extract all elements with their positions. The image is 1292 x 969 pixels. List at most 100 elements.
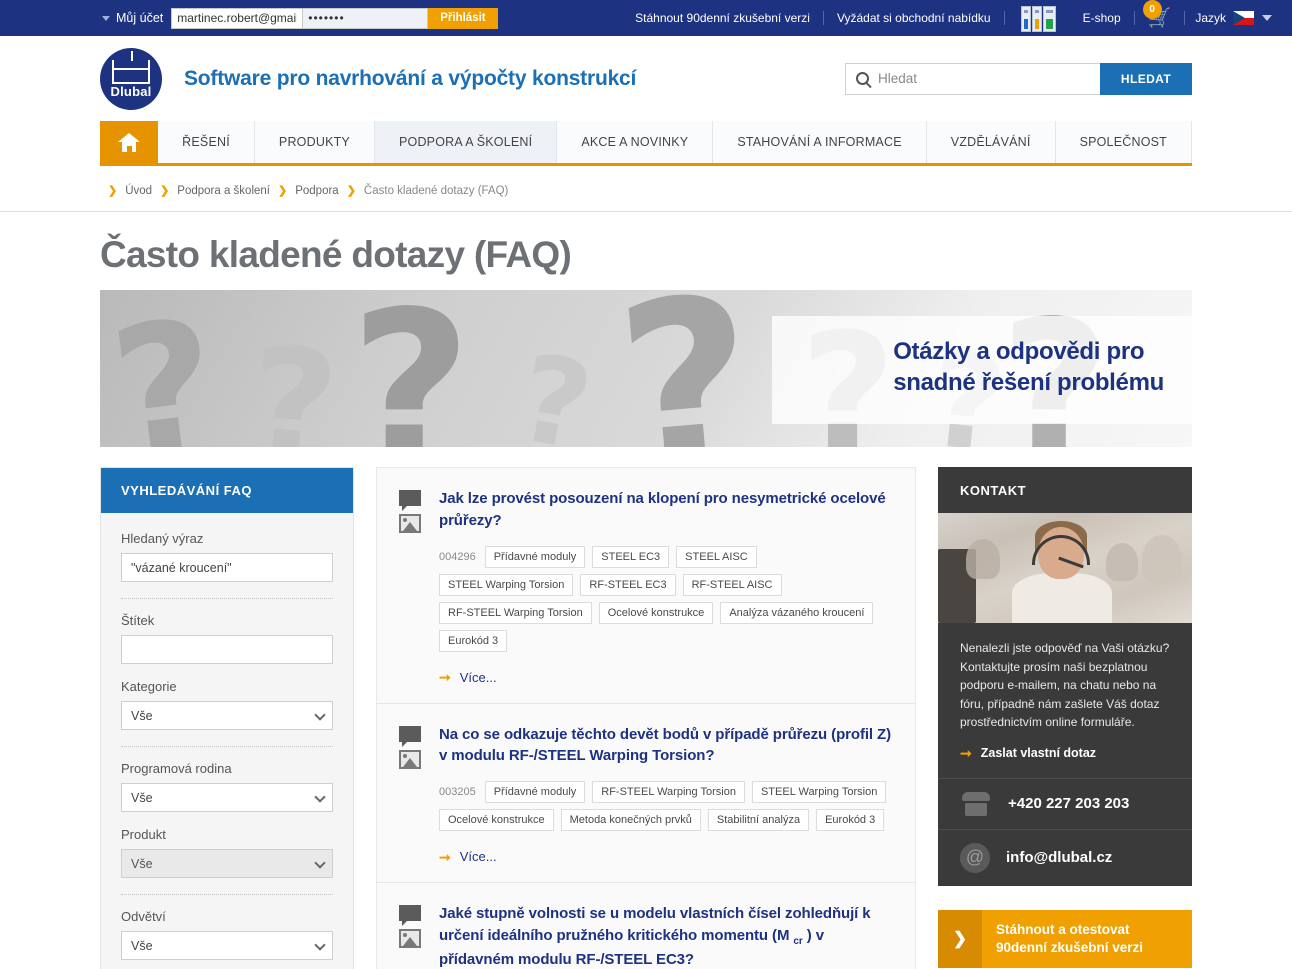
support-agent-photo: [938, 513, 1192, 623]
faq-search-heading: VYHLEDÁVÁNÍ FAQ: [101, 468, 353, 513]
login-button[interactable]: Přihlásit: [428, 8, 497, 29]
nav-item-spolecnost[interactable]: SPOLEČNOST: [1056, 121, 1192, 163]
faq-more-link[interactable]: ➞ Více...: [439, 849, 893, 864]
send-question-link[interactable]: ➞ Zaslat vlastní dotaz: [938, 732, 1192, 778]
header-search: HLEDAT: [845, 63, 1192, 95]
nav-item-vzdelavani[interactable]: VZDĚLÁVÁNÍ: [927, 121, 1056, 163]
breadcrumb: ❯ Úvod ❯ Podpora a školení ❯ Podpora ❯ Č…: [0, 166, 1292, 212]
faq-tag-list: 003205 Přídavné moduly RF-STEEL Warping …: [439, 781, 893, 831]
promo-trial-button[interactable]: ❯ Stáhnout a otestovat 90denní zkušební …: [938, 910, 1192, 968]
faq-question-link[interactable]: Jaké stupně volnosti se u modelu vlastní…: [439, 903, 893, 969]
faq-tag[interactable]: Ocelové konstrukce: [599, 602, 714, 624]
faq-tag[interactable]: Eurokód 3: [439, 630, 507, 652]
contact-heading: KONTAKT: [938, 467, 1192, 513]
chevron-down-icon[interactable]: [102, 16, 110, 21]
nav-item-stahovani-a-informace[interactable]: STAHOVÁNÍ A INFORMACE: [713, 121, 926, 163]
faq-more-link[interactable]: ➞ Více...: [439, 670, 893, 685]
question-mark-decoration: ?: [104, 296, 226, 447]
chevron-right-icon: ❯: [160, 184, 169, 197]
divider: [1004, 11, 1005, 25]
dlubal-logo[interactable]: Dlubal: [100, 48, 162, 110]
email-field[interactable]: [171, 8, 303, 29]
label-stitek: Štítek: [121, 613, 333, 628]
site-tagline: Software pro navrhování a výpočty konstr…: [184, 67, 636, 91]
request-quote-link[interactable]: Vyžádat si obchodní nabídku: [824, 11, 1004, 25]
faq-tag-list: 004296 Přídavné moduly STEEL EC3 STEEL A…: [439, 546, 893, 652]
faq-tag[interactable]: RF-STEEL Warping Torsion: [592, 781, 745, 803]
search-icon: [856, 72, 869, 85]
contact-box: KONTAKT Nenalezli jste odpověď na Vaši o…: [938, 467, 1192, 886]
faq-tag[interactable]: Metoda konečných prvků: [561, 809, 701, 831]
faq-tag[interactable]: STEEL EC3: [592, 546, 669, 568]
label-hledany-vyraz: Hledaný výraz: [121, 531, 333, 546]
search-term-input[interactable]: [121, 553, 333, 582]
tag-input[interactable]: [121, 635, 333, 664]
cart-button[interactable]: 0 🛒: [1135, 9, 1185, 28]
faq-tag[interactable]: STEEL AISC: [676, 546, 757, 568]
faq-item-icons: [399, 724, 425, 865]
program-family-select[interactable]: Vše: [121, 783, 333, 812]
promo-trial-line-1: Stáhnout a otestovat: [996, 922, 1130, 937]
faq-tag[interactable]: Přídavné moduly: [485, 781, 586, 803]
faq-item-icons: [399, 903, 425, 969]
divider: [121, 894, 333, 895]
faq-tag[interactable]: Přídavné moduly: [485, 546, 586, 568]
breadcrumb-item-uvod[interactable]: Úvod: [125, 185, 152, 197]
phone-number: +420 227 203 203: [1008, 795, 1129, 812]
promo-trial-label: Stáhnout a otestovat 90denní zkušební ve…: [982, 910, 1157, 968]
czech-flag-icon[interactable]: [1233, 11, 1254, 25]
industry-select[interactable]: Vše: [121, 931, 333, 960]
faq-tag[interactable]: RF-STEEL AISC: [683, 574, 782, 596]
chevron-right-icon: ❯: [278, 184, 287, 197]
language-label[interactable]: Jazyk: [1185, 11, 1226, 25]
nav-item-akce-a-novinky[interactable]: AKCE A NOVINKY: [557, 121, 713, 163]
faq-search-panel: VYHLEDÁVÁNÍ FAQ Hledaný výraz Štítek Kat…: [100, 467, 354, 969]
faq-tag[interactable]: RF-STEEL Warping Torsion: [439, 602, 592, 624]
faq-tag[interactable]: STEEL Warping Torsion: [752, 781, 886, 803]
faq-tag[interactable]: Eurokód 3: [816, 809, 884, 831]
search-input[interactable]: [878, 65, 1100, 93]
faq-item-icons: [399, 488, 425, 685]
search-submit-button[interactable]: HLEDAT: [1100, 63, 1192, 95]
nav-home-button[interactable]: [100, 121, 158, 163]
nav-item-produkty[interactable]: PRODUKTY: [255, 121, 375, 163]
banner-line-1: Otázky a odpovědi pro: [893, 336, 1164, 367]
page-title: Často kladené dotazy (FAQ): [0, 212, 1292, 290]
faq-results-list: Jak lze provést posouzení na klopení pro…: [376, 467, 916, 969]
main-content: VYHLEDÁVÁNÍ FAQ Hledaný výraz Štítek Kat…: [0, 447, 1292, 969]
right-sidebar: KONTAKT Nenalezli jste odpověď na Vaši o…: [938, 467, 1192, 969]
contact-phone-row[interactable]: +420 227 203 203: [938, 778, 1192, 829]
arrow-right-icon: ➞: [439, 850, 451, 864]
eshop-link[interactable]: E-shop: [1070, 11, 1134, 25]
faq-question-link[interactable]: Jak lze provést posouzení na klopení pro…: [439, 488, 893, 532]
my-account-label[interactable]: Můj účet: [116, 11, 163, 25]
at-icon: @: [960, 843, 990, 873]
product-select[interactable]: Vše: [121, 849, 333, 878]
product-boxes-icon[interactable]: [1021, 5, 1056, 32]
password-field[interactable]: [303, 8, 428, 29]
contact-email-row[interactable]: @ info@dlubal.cz: [938, 829, 1192, 886]
chevron-right-icon: ❯: [347, 184, 356, 197]
faq-result-item: Na co se odkazuje těchto devět bodů v př…: [377, 704, 915, 884]
chevron-right-icon: ❯: [938, 910, 982, 968]
main-navigation: ŘEŠENÍ PRODUKTY PODPORA A ŠKOLENÍ AKCE A…: [100, 121, 1192, 166]
breadcrumb-item-podpora-a-skoleni[interactable]: Podpora a školení: [177, 185, 270, 197]
breadcrumb-item-podpora[interactable]: Podpora: [295, 185, 338, 197]
arrow-right-icon: ➞: [439, 670, 451, 684]
faq-tag[interactable]: STEEL Warping Torsion: [439, 574, 573, 596]
nav-item-podpora-a-skoleni[interactable]: PODPORA A ŠKOLENÍ: [375, 121, 557, 163]
trial-download-link[interactable]: Stáhnout 90denní zkušební verzi: [622, 11, 823, 25]
question-mark-decoration: ?: [510, 339, 599, 447]
chevron-down-icon[interactable]: [1262, 15, 1272, 21]
faq-tag[interactable]: RF-STEEL EC3: [580, 574, 675, 596]
nav-label: STAHOVÁNÍ A INFORMACE: [737, 135, 901, 149]
faq-tag[interactable]: Stabilitní analýza: [708, 809, 809, 831]
category-select[interactable]: Vše: [121, 701, 333, 730]
contact-description: Nenalezli jste odpověď na Vaši otázku? K…: [938, 623, 1192, 732]
faq-tag[interactable]: Analýza vázaného kroucení: [720, 602, 873, 624]
faq-question-link[interactable]: Na co se odkazuje těchto devět bodů v př…: [439, 724, 893, 768]
nav-item-reseni[interactable]: ŘEŠENÍ: [158, 121, 255, 163]
comment-icon: [399, 490, 421, 506]
arrow-right-icon: ➞: [960, 746, 972, 760]
faq-tag[interactable]: Ocelové konstrukce: [439, 809, 554, 831]
